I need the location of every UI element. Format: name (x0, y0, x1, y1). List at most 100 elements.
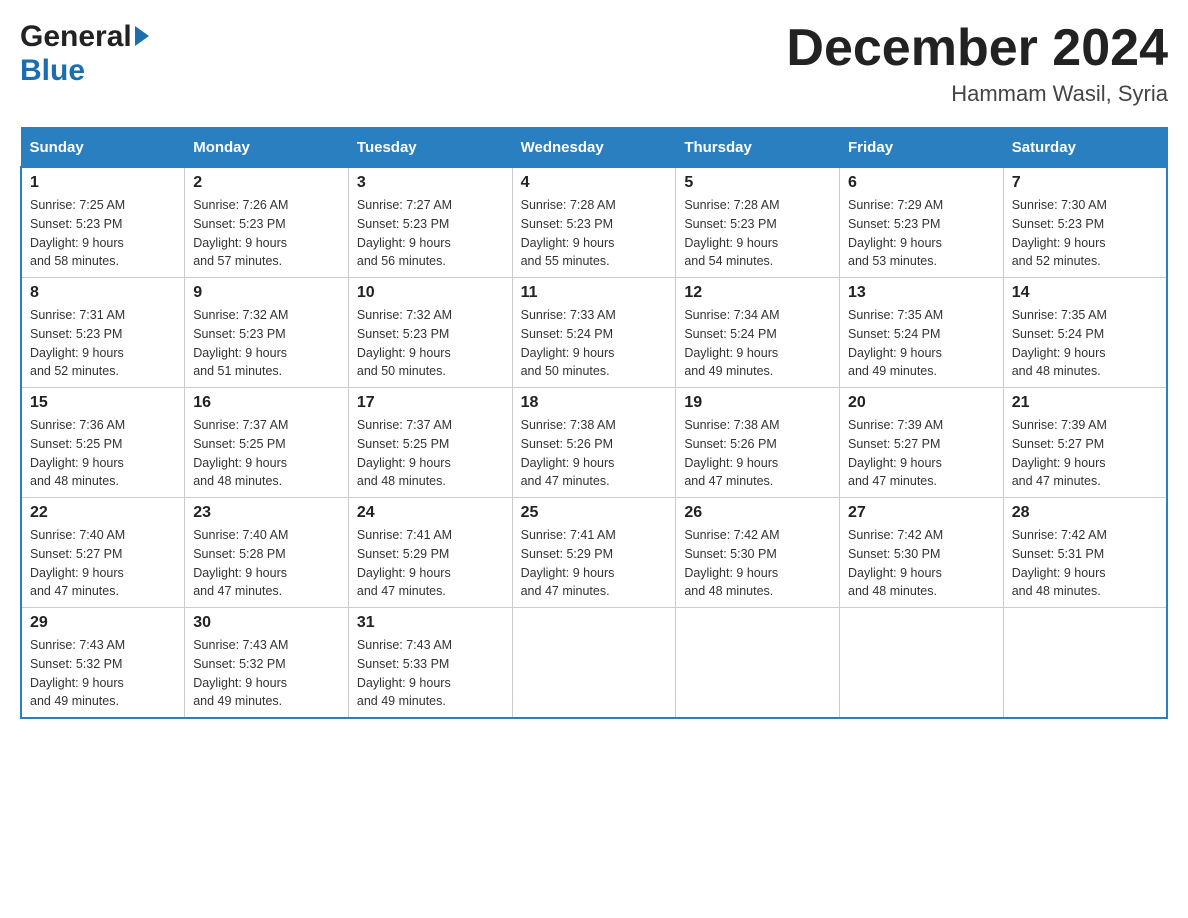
weekday-header-saturday: Saturday (1003, 128, 1167, 167)
week-row-2: 8 Sunrise: 7:31 AMSunset: 5:23 PMDaylight… (21, 278, 1167, 388)
day-number: 6 (848, 174, 995, 192)
weekday-header-row: SundayMondayTuesdayWednesdayThursdayFrid… (21, 128, 1167, 167)
day-number: 8 (30, 284, 176, 302)
day-number: 30 (193, 614, 340, 632)
day-number: 12 (684, 284, 831, 302)
day-number: 11 (521, 284, 668, 302)
month-year-title: December 2024 (786, 20, 1168, 77)
calendar-cell: 27Sunrise: 7:42 AMSunset: 5:30 PMDayligh… (840, 498, 1004, 608)
day-number: 3 (357, 174, 504, 192)
calendar-cell: 25Sunrise: 7:41 AMSunset: 5:29 PMDayligh… (512, 498, 676, 608)
location-subtitle: Hammam Wasil, Syria (786, 81, 1168, 107)
title-block: December 2024 Hammam Wasil, Syria (786, 20, 1168, 107)
calendar-cell: 30 Sunrise: 7:43 AMSunset: 5:32 PMDayligh… (185, 608, 349, 719)
day-number: 26 (684, 504, 831, 522)
calendar-cell: 17Sunrise: 7:37 AMSunset: 5:25 PMDayligh… (348, 388, 512, 498)
day-number: 29 (30, 614, 176, 632)
weekday-header-sunday: Sunday (21, 128, 185, 167)
day-number: 14 (1012, 284, 1158, 302)
day-number: 27 (848, 504, 995, 522)
calendar-cell: 10Sunrise: 7:32 AMSunset: 5:23 PMDayligh… (348, 278, 512, 388)
calendar-cell: 8 Sunrise: 7:31 AMSunset: 5:23 PMDaylight… (21, 278, 185, 388)
day-info: Sunrise: 7:31 AMSunset: 5:23 PMDaylight:… (30, 306, 176, 381)
day-number: 28 (1012, 504, 1158, 522)
day-number: 2 (193, 174, 340, 192)
calendar-cell: 26 Sunrise: 7:42 AMSunset: 5:30 PMDayligh… (676, 498, 840, 608)
day-number: 4 (521, 174, 668, 192)
day-number: 21 (1012, 394, 1158, 412)
calendar-cell: 21 Sunrise: 7:39 AMSunset: 5:27 PMDayligh… (1003, 388, 1167, 498)
calendar-cell: 7 Sunrise: 7:30 AMSunset: 5:23 PMDaylight… (1003, 167, 1167, 278)
day-number: 24 (357, 504, 504, 522)
day-info: Sunrise: 7:28 AMSunset: 5:23 PMDaylight:… (684, 196, 831, 271)
page-header: General Blue December 2024 Hammam Wasil,… (20, 20, 1168, 107)
week-row-3: 15 Sunrise: 7:36 AMSunset: 5:25 PMDayligh… (21, 388, 1167, 498)
calendar-cell: 28Sunrise: 7:42 AMSunset: 5:31 PMDayligh… (1003, 498, 1167, 608)
day-info: Sunrise: 7:39 AMSunset: 5:27 PMDaylight:… (1012, 416, 1158, 491)
calendar-cell: 9Sunrise: 7:32 AMSunset: 5:23 PMDaylight… (185, 278, 349, 388)
day-info: Sunrise: 7:42 AMSunset: 5:30 PMDaylight:… (684, 526, 831, 601)
day-info: Sunrise: 7:30 AMSunset: 5:23 PMDaylight:… (1012, 196, 1158, 271)
calendar-cell: 19 Sunrise: 7:38 AMSunset: 5:26 PMDayligh… (676, 388, 840, 498)
calendar-cell: 29 Sunrise: 7:43 AMSunset: 5:32 PMDayligh… (21, 608, 185, 719)
day-number: 20 (848, 394, 995, 412)
day-number: 23 (193, 504, 340, 522)
day-info: Sunrise: 7:36 AMSunset: 5:25 PMDaylight:… (30, 416, 176, 491)
day-info: Sunrise: 7:25 AMSunset: 5:23 PMDaylight:… (30, 196, 176, 271)
day-info: Sunrise: 7:26 AMSunset: 5:23 PMDaylight:… (193, 196, 340, 271)
calendar-cell: 2 Sunrise: 7:26 AMSunset: 5:23 PMDaylight… (185, 167, 349, 278)
calendar-cell: 12Sunrise: 7:34 AMSunset: 5:24 PMDayligh… (676, 278, 840, 388)
day-info: Sunrise: 7:43 AMSunset: 5:33 PMDaylight:… (357, 636, 504, 711)
day-number: 31 (357, 614, 504, 632)
week-row-1: 1 Sunrise: 7:25 AMSunset: 5:23 PMDaylight… (21, 167, 1167, 278)
logo-arrow-icon (135, 26, 149, 46)
calendar-cell: 22Sunrise: 7:40 AMSunset: 5:27 PMDayligh… (21, 498, 185, 608)
day-info: Sunrise: 7:41 AMSunset: 5:29 PMDaylight:… (357, 526, 504, 601)
week-row-4: 22Sunrise: 7:40 AMSunset: 5:27 PMDayligh… (21, 498, 1167, 608)
day-info: Sunrise: 7:37 AMSunset: 5:25 PMDaylight:… (357, 416, 504, 491)
day-number: 9 (193, 284, 340, 302)
calendar-cell: 20 Sunrise: 7:39 AMSunset: 5:27 PMDayligh… (840, 388, 1004, 498)
weekday-header-friday: Friday (840, 128, 1004, 167)
weekday-header-thursday: Thursday (676, 128, 840, 167)
day-info: Sunrise: 7:29 AMSunset: 5:23 PMDaylight:… (848, 196, 995, 271)
day-number: 18 (521, 394, 668, 412)
day-number: 16 (193, 394, 340, 412)
calendar-cell: 13Sunrise: 7:35 AMSunset: 5:24 PMDayligh… (840, 278, 1004, 388)
day-info: Sunrise: 7:28 AMSunset: 5:23 PMDaylight:… (521, 196, 668, 271)
day-number: 7 (1012, 174, 1158, 192)
calendar-cell: 14 Sunrise: 7:35 AMSunset: 5:24 PMDayligh… (1003, 278, 1167, 388)
logo: General Blue (20, 20, 149, 88)
day-info: Sunrise: 7:35 AMSunset: 5:24 PMDaylight:… (1012, 306, 1158, 381)
calendar-cell: 18 Sunrise: 7:38 AMSunset: 5:26 PMDayligh… (512, 388, 676, 498)
day-number: 15 (30, 394, 176, 412)
day-info: Sunrise: 7:35 AMSunset: 5:24 PMDaylight:… (848, 306, 995, 381)
day-info: Sunrise: 7:43 AMSunset: 5:32 PMDaylight:… (30, 636, 176, 711)
calendar-cell: 5Sunrise: 7:28 AMSunset: 5:23 PMDaylight… (676, 167, 840, 278)
weekday-header-wednesday: Wednesday (512, 128, 676, 167)
weekday-header-tuesday: Tuesday (348, 128, 512, 167)
day-info: Sunrise: 7:40 AMSunset: 5:27 PMDaylight:… (30, 526, 176, 601)
day-number: 10 (357, 284, 504, 302)
calendar-cell: 15 Sunrise: 7:36 AMSunset: 5:25 PMDayligh… (21, 388, 185, 498)
day-info: Sunrise: 7:39 AMSunset: 5:27 PMDaylight:… (848, 416, 995, 491)
calendar-cell (512, 608, 676, 719)
day-info: Sunrise: 7:43 AMSunset: 5:32 PMDaylight:… (193, 636, 340, 711)
day-info: Sunrise: 7:38 AMSunset: 5:26 PMDaylight:… (684, 416, 831, 491)
calendar-cell: 11 Sunrise: 7:33 AMSunset: 5:24 PMDayligh… (512, 278, 676, 388)
calendar-cell (840, 608, 1004, 719)
day-info: Sunrise: 7:40 AMSunset: 5:28 PMDaylight:… (193, 526, 340, 601)
calendar-cell: 24 Sunrise: 7:41 AMSunset: 5:29 PMDayligh… (348, 498, 512, 608)
day-info: Sunrise: 7:27 AMSunset: 5:23 PMDaylight:… (357, 196, 504, 271)
logo-general-text: General (20, 20, 132, 54)
calendar-cell: 1 Sunrise: 7:25 AMSunset: 5:23 PMDaylight… (21, 167, 185, 278)
day-info: Sunrise: 7:37 AMSunset: 5:25 PMDaylight:… (193, 416, 340, 491)
day-number: 19 (684, 394, 831, 412)
day-info: Sunrise: 7:38 AMSunset: 5:26 PMDaylight:… (521, 416, 668, 491)
weekday-header-monday: Monday (185, 128, 349, 167)
day-info: Sunrise: 7:33 AMSunset: 5:24 PMDaylight:… (521, 306, 668, 381)
calendar-cell: 16 Sunrise: 7:37 AMSunset: 5:25 PMDayligh… (185, 388, 349, 498)
calendar-cell: 31 Sunrise: 7:43 AMSunset: 5:33 PMDayligh… (348, 608, 512, 719)
week-row-5: 29 Sunrise: 7:43 AMSunset: 5:32 PMDayligh… (21, 608, 1167, 719)
day-number: 1 (30, 174, 176, 192)
